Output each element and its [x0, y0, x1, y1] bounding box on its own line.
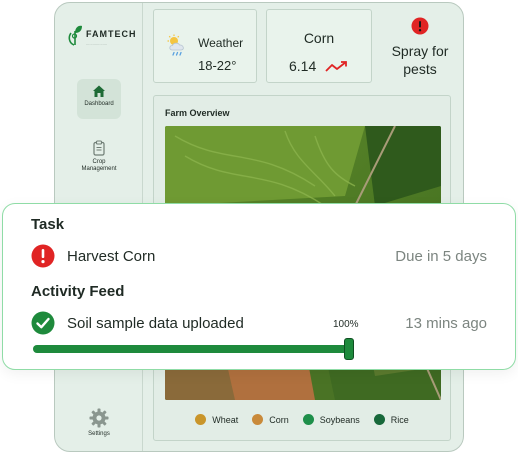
legend-item-rice[interactable]: Rice [373, 414, 409, 425]
task-activity-popup: Task Harvest Corn Due in 5 days Activity… [2, 203, 516, 370]
sidebar-item-label: Crop Management [81, 159, 117, 173]
sidebar-item-crop-management[interactable]: Crop Management [77, 135, 121, 175]
crop-price: 6.14 [289, 58, 317, 74]
pest-alert[interactable]: Spray for pests [377, 17, 463, 87]
crop-legend: Wheat Corn Soybeans Rice [154, 414, 450, 425]
sidebar-item-dashboard[interactable]: Dashboard [77, 79, 121, 119]
brand-logo[interactable]: FAMTECH ................... [67, 21, 137, 47]
task-label: Harvest Corn [67, 247, 156, 265]
clipboard-icon [93, 140, 105, 156]
legend-item-corn[interactable]: Corn [252, 414, 289, 425]
alert-text: Spray for pests [391, 43, 449, 78]
alert-icon [31, 244, 55, 268]
progress-percent-label: 100% [333, 319, 359, 330]
brand-tagline: ................... [86, 41, 108, 46]
progress-handle[interactable] [344, 338, 354, 360]
farm-overview-title: Farm Overview [165, 108, 230, 118]
sidebar-item-settings[interactable]: Settings [77, 403, 121, 443]
sidebar-item-label: Dashboard [84, 101, 114, 107]
home-icon [93, 85, 105, 97]
task-row[interactable]: Harvest Corn Due in 5 days [31, 244, 487, 268]
task-section-title: Task [31, 216, 65, 233]
alert-icon [411, 17, 429, 35]
legend-label: Rice [390, 414, 409, 425]
legend-label: Soybeans [319, 414, 360, 425]
progress-fill [33, 345, 349, 353]
cloud-sun-rain-icon [166, 34, 188, 62]
activity-section-title: Activity Feed [31, 283, 125, 300]
brand-name: FAMTECH [86, 29, 137, 39]
legend-dot [302, 414, 314, 425]
sprout-logo-icon [68, 25, 82, 46]
weather-card[interactable]: Weather 18-22° [153, 9, 257, 83]
activity-time: 13 mins ago [405, 314, 487, 332]
activity-row[interactable]: Soil sample data uploaded 13 mins ago [31, 311, 487, 335]
legend-dot [252, 414, 264, 425]
legend-dot [195, 414, 207, 425]
weather-label: Weather [198, 36, 244, 50]
legend-item-soybeans[interactable]: Soybeans [302, 414, 360, 425]
legend-label: Corn [269, 414, 289, 425]
legend-item-wheat[interactable]: Wheat [195, 414, 238, 425]
task-due: Due in 5 days [395, 247, 487, 265]
upload-progress-bar [33, 338, 355, 360]
corn-price-card[interactable]: Corn 6.14 [266, 9, 372, 83]
weather-temperature: 18-22° [198, 58, 237, 73]
trend-up-icon [325, 61, 347, 72]
sidebar-item-label: Settings [88, 431, 110, 437]
gear-icon [89, 408, 109, 428]
legend-dot [373, 414, 385, 425]
crop-name: Corn [303, 30, 335, 46]
check-circle-icon [31, 311, 55, 335]
legend-label: Wheat [212, 414, 239, 425]
